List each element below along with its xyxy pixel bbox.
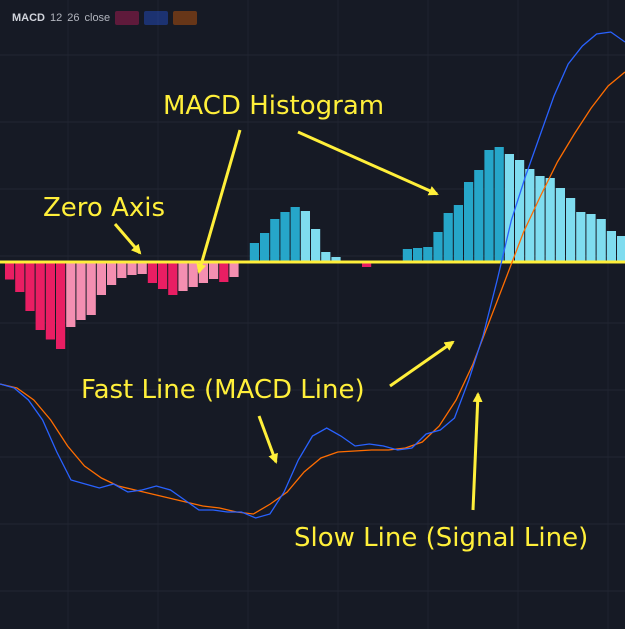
zero-axis-annotation: Zero Axis bbox=[43, 193, 165, 223]
histogram-bar bbox=[35, 262, 45, 330]
histogram-bar bbox=[535, 176, 545, 262]
histogram-bar bbox=[555, 188, 565, 262]
histogram-bar bbox=[56, 262, 66, 349]
indicator-param-slow: 26 bbox=[67, 12, 80, 24]
histogram-color-swatch bbox=[115, 11, 140, 25]
histogram-bar bbox=[504, 154, 514, 262]
fast-line-annotation: Fast Line (MACD Line) bbox=[81, 375, 365, 405]
histogram-bar bbox=[158, 262, 168, 289]
indicator-legend[interactable]: MACD 12 26 close bbox=[12, 10, 198, 26]
histogram-bar bbox=[280, 212, 290, 262]
histogram-bar bbox=[311, 229, 321, 262]
histogram-bar bbox=[423, 247, 433, 262]
zero-axis-arrow bbox=[113, 223, 142, 255]
histogram-bar bbox=[66, 262, 76, 327]
histogram-bar bbox=[545, 178, 555, 262]
fast-line-arrow-down bbox=[257, 415, 278, 464]
histogram-bar bbox=[45, 262, 55, 340]
histogram-bar bbox=[413, 248, 423, 262]
histogram-bar bbox=[606, 231, 616, 262]
histogram-bar bbox=[464, 182, 474, 262]
histogram-bar bbox=[494, 147, 504, 262]
histogram-bar bbox=[576, 212, 586, 262]
macd-chart: MACD Histogram Zero Axis Fast Line (MACD… bbox=[0, 0, 625, 629]
histogram-bar bbox=[96, 262, 106, 295]
histogram-bar bbox=[229, 262, 239, 277]
slow-line-annotation: Slow Line (Signal Line) bbox=[294, 523, 588, 553]
slow-line-arrow bbox=[471, 392, 483, 511]
indicator-name: MACD bbox=[12, 12, 45, 24]
histogram-bar bbox=[209, 262, 219, 279]
histogram-bar bbox=[402, 249, 412, 262]
histogram-bar bbox=[586, 214, 596, 262]
histogram-arrow-left bbox=[196, 129, 242, 274]
macd-line-color-swatch bbox=[144, 11, 169, 25]
histogram-annotation: MACD Histogram bbox=[163, 91, 384, 121]
histogram-bar bbox=[178, 262, 188, 291]
macd-histogram bbox=[5, 147, 625, 349]
histogram-bar bbox=[484, 150, 494, 262]
histogram-bar bbox=[5, 262, 15, 280]
histogram-bar bbox=[219, 262, 229, 282]
histogram-bar bbox=[525, 169, 535, 262]
histogram-bar bbox=[249, 243, 259, 262]
histogram-bar bbox=[107, 262, 117, 285]
histogram-arrow-right bbox=[297, 130, 439, 196]
fast-line-arrow-right bbox=[389, 340, 455, 388]
histogram-bar bbox=[290, 207, 300, 262]
histogram-bar bbox=[433, 232, 443, 262]
histogram-bar bbox=[617, 236, 625, 262]
histogram-bar bbox=[270, 219, 280, 262]
histogram-bar bbox=[15, 262, 25, 292]
histogram-bar bbox=[515, 160, 525, 262]
histogram-bar bbox=[168, 262, 178, 295]
histogram-bar bbox=[25, 262, 35, 311]
histogram-bar bbox=[566, 198, 576, 262]
histogram-bar bbox=[474, 170, 484, 262]
histogram-bar bbox=[596, 219, 606, 262]
indicator-param-source: close bbox=[84, 12, 111, 24]
histogram-bar bbox=[443, 213, 453, 262]
histogram-bar bbox=[117, 262, 127, 278]
histogram-bar bbox=[188, 262, 198, 287]
histogram-bar bbox=[76, 262, 86, 320]
histogram-bar bbox=[86, 262, 96, 315]
histogram-bar bbox=[127, 262, 137, 275]
histogram-bar bbox=[137, 262, 147, 274]
indicator-param-fast: 12 bbox=[50, 12, 63, 24]
histogram-bar bbox=[147, 262, 157, 283]
histogram-bar bbox=[260, 233, 270, 262]
histogram-bar bbox=[300, 211, 310, 262]
histogram-bar bbox=[453, 205, 463, 262]
signal-line-color-swatch bbox=[173, 11, 198, 25]
chart-panel: MACD 12 26 close MACD Histogram Zero Axi… bbox=[0, 0, 625, 629]
